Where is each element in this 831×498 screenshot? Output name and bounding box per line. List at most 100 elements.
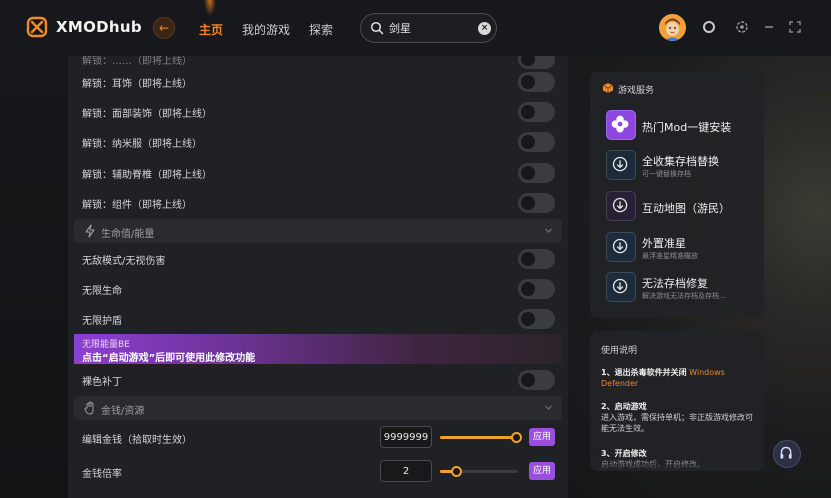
mod-row-label: 无限生命 [82,286,122,297]
mod-row-unlock-earrings: 解锁：耳饰（即将上线） [68,67,568,97]
mod-list-panel[interactable]: 解锁：……（即将上线） 解锁：耳饰（即将上线） 解锁：面部装饰（即将上线） 解锁… [68,56,568,498]
service-subtitle: 悬浮准星精准瞄放 [642,252,698,260]
service-name: 全收集存档替换 [642,155,719,168]
download-icon [612,278,628,294]
chevron-down-icon [545,405,552,410]
mod-row-unlock-nanosuit: 解锁：纳米服（即将上线） [68,127,568,157]
service-icon-box [606,150,636,180]
support-button[interactable] [773,440,801,468]
toggle-switch[interactable] [518,309,555,329]
mod-row-infinite-shield: 无限护盾 [68,304,568,334]
box-icon [602,83,614,93]
service-save-replace[interactable]: 全收集存档替换 可一键替换存档 [606,150,758,182]
slider-fill [440,436,516,439]
top-bar: XMODhub ← 主页 我的游戏 探索 × [0,0,831,56]
minimize-icon[interactable] [762,20,776,34]
back-button[interactable]: ← [153,17,175,39]
section-money-resources[interactable]: 金钱/资源 [74,396,562,420]
mod-row-unlock-face: 解锁：面部装饰（即将上线） [68,97,568,127]
multiplier-slider[interactable] [440,466,518,477]
search-box[interactable]: × [360,13,497,43]
mod-row-label: 金钱倍率 [82,469,122,480]
service-name: 无法存档修复 [642,277,708,290]
services-title: 游戏服务 [618,86,655,96]
brand-name: XMODhub [56,18,142,36]
launch-required-banner: 无限能量BE 点击“启动游戏”后即可使用此修改功能 [74,334,562,364]
mod-row-label: 无限护盾 [82,316,122,327]
settings-icon[interactable] [735,20,749,34]
mod-row-edit-money: 编辑金钱（拾取时生效） 应用 [68,423,568,453]
services-header: 游戏服务 [602,83,654,96]
section-title: 金钱/资源 [101,406,145,417]
service-subtitle: 解决游戏无法存档及存档... [642,292,726,300]
section-health-energy[interactable]: 生命值/能量 [74,219,562,243]
service-icon-box [606,191,636,221]
service-name: 外置准星 [642,237,686,250]
mod-row-god-mode: 无敌模式/无视伤害 [68,244,568,274]
search-icon [370,21,384,35]
service-interactive-map[interactable]: 互动地图（游民） [606,191,758,223]
step-body: 启动游戏成功后，开启修改。 [601,460,705,469]
download-icon [612,197,628,213]
nav-home[interactable]: 主页 [199,21,223,38]
toggle-switch[interactable] [518,193,555,213]
usage-instructions-card: 使用说明 1、退出杀毒软件并关闭 Windows Defender 2、启动游戏… [590,331,764,471]
mod-row-infinite-life: 无限生命 [68,274,568,304]
service-icon-box [606,272,636,302]
mod-row-label: 解锁：组件（即将上线） [82,200,192,211]
toggle-switch[interactable] [518,132,555,152]
avatar[interactable] [659,14,686,41]
slider-knob[interactable] [450,466,462,477]
toggle-switch[interactable] [518,279,555,299]
step-heading: 1、退出杀毒软件并关闭 [601,368,687,377]
service-name: 互动地图（游民） [642,202,730,215]
nav-explore[interactable]: 探索 [309,21,333,38]
money-slider[interactable] [440,432,522,443]
maximize-icon[interactable] [788,20,802,34]
mod-row-nude-patch: 裸色补丁 [68,365,568,395]
nav-my-games[interactable]: 我的游戏 [242,21,290,38]
arrow-left-icon: ← [158,21,170,35]
flower-icon [611,115,629,133]
apply-button[interactable]: 应用 [529,428,555,446]
usage-step-1: 1、退出杀毒软件并关闭 Windows Defender [601,367,757,389]
theme-icon[interactable] [702,20,716,34]
toggle-switch[interactable] [518,163,555,183]
mod-row-money-multiplier: 金钱倍率 应用 [68,457,568,487]
step-heading: 3、开启修改 [601,449,647,458]
money-value-input[interactable] [380,426,432,448]
clear-search-icon[interactable]: × [478,22,491,35]
usage-step-3: 3、开启修改 启动游戏成功后，开启修改。 [601,448,757,470]
service-icon-box [606,110,636,140]
download-icon [612,156,628,172]
toggle-switch[interactable] [518,370,555,390]
mod-row-label: 编辑金钱（拾取时生效） [82,435,192,446]
multiplier-value-input[interactable] [380,460,432,482]
toggle-switch[interactable] [518,72,555,92]
toggle-switch[interactable] [518,249,555,269]
service-save-fix[interactable]: 无法存档修复 解决游戏无法存档及存档... [606,272,758,304]
mod-row-label: 裸色补丁 [82,377,122,388]
service-hot-mod-install[interactable]: 热门Mod一键安装 [606,110,758,142]
apply-button[interactable]: 应用 [529,462,555,480]
service-name: 热门Mod一键安装 [642,121,732,134]
service-external-crosshair[interactable]: 外置准星 悬浮准星精准瞄放 [606,232,758,264]
toggle-switch[interactable] [518,102,555,122]
mod-row-label: 解锁：面部装饰（即将上线） [82,109,212,120]
mod-row-label: 解锁：……（即将上线） [82,56,192,67]
slider-knob[interactable] [510,432,522,443]
mod-row-label: 解锁：耳饰（即将上线） [82,79,192,90]
avatar-face-icon [659,14,686,41]
banner-notice: 点击“启动游戏”后即可使用此修改功能 [82,353,256,364]
usage-step-2: 2、启动游戏 进入游戏，需保持单机；非正版游戏修改可能无法生效。 [601,401,757,434]
headset-icon [780,446,792,459]
xmodhub-logo-icon [26,16,48,38]
service-icon-box [606,232,636,262]
mod-row-unlock-spine: 解锁：辅助脊椎（即将上线） [68,158,568,188]
search-input[interactable] [389,20,469,36]
download-icon [612,238,628,254]
active-nav-glow [204,0,216,16]
chevron-down-icon [545,228,552,233]
mod-row-unlock-components: 解锁：组件（即将上线） [68,188,568,218]
step-body: 进入游戏，需保持单机；非正版游戏修改可能无法生效。 [601,413,753,433]
